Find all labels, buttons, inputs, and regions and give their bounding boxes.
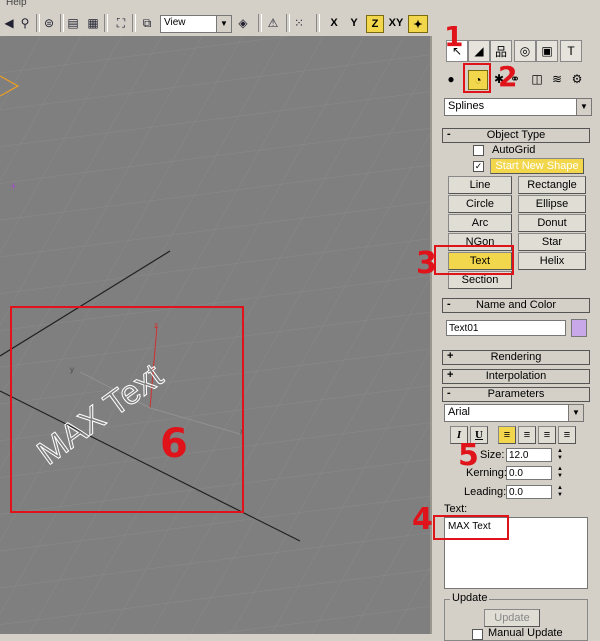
viewport-annotation-box <box>10 306 244 513</box>
helix-button[interactable]: Helix <box>518 252 586 270</box>
menu-help[interactable]: Help <box>6 0 27 8</box>
align-center-icon[interactable]: ≡ <box>518 426 536 444</box>
helpers-category-icon[interactable]: ◫ <box>528 70 546 88</box>
select-link-icon[interactable]: ⚲ <box>16 14 34 32</box>
annotation-box-text-input <box>433 515 509 540</box>
axis-y-button[interactable]: Y <box>346 15 362 31</box>
utilities-tab-icon[interactable]: T <box>560 40 582 62</box>
pivot-marker-icon: + <box>10 179 17 193</box>
window-crossing-icon[interactable]: ▦ <box>84 14 102 32</box>
autogrid-label: AutoGrid <box>492 144 536 156</box>
main-toolbar: ◀ ⚲ ⊜ ▤ ▦ ⛶ ⧉ View ▼ ◈ ⚠ ⁙ X Y Z XY ✦ <box>0 10 600 37</box>
annotation-1: 1 <box>444 20 464 53</box>
reference-coordinate-value: View <box>164 17 186 28</box>
perspective-viewport[interactable]: + z y x MAX Text 6 <box>0 36 430 634</box>
axis-xy-button[interactable]: XY <box>386 15 406 31</box>
axis-z-button[interactable]: Z <box>366 15 384 33</box>
axis-x-button[interactable]: X <box>326 15 342 31</box>
annotation-5: 5 <box>458 438 479 473</box>
rendering-rollout-header[interactable]: + Rendering <box>442 350 590 365</box>
start-new-shape-checkbox[interactable]: ✓ <box>473 161 484 172</box>
geometry-category-icon[interactable]: ● <box>442 70 460 88</box>
chevron-down-icon: ▼ <box>576 99 591 115</box>
pivot-center-icon[interactable]: ◈ <box>234 14 252 32</box>
menu-bar: Help <box>0 0 600 10</box>
axis-constraint-icon[interactable]: ✦ <box>408 15 428 33</box>
size-field[interactable]: 12.0 <box>506 448 552 462</box>
reference-coordinate-select[interactable]: View ▼ <box>160 15 232 33</box>
circle-button[interactable]: Circle <box>448 195 512 213</box>
array-icon[interactable]: ⁙ <box>290 14 308 32</box>
name-and-color-rollout-header[interactable]: - Name and Color <box>442 298 590 313</box>
chevron-down-icon: ▼ <box>216 16 231 32</box>
annotation-3: 3 <box>416 246 437 281</box>
font-value: Arial <box>448 406 471 418</box>
text-label: Text: <box>444 503 468 515</box>
size-label: Size: <box>480 449 505 461</box>
toolbar-divider <box>132 14 136 32</box>
display-tab-icon[interactable]: ▣ <box>536 40 558 62</box>
object-type-rollout-header[interactable]: - Object Type <box>442 128 590 143</box>
schematic-icon[interactable]: ⛶ <box>112 14 130 32</box>
object-category-value: Splines <box>448 100 485 112</box>
annotation-box-text <box>434 245 514 275</box>
reference-coord-icon[interactable]: ⧉ <box>138 14 156 32</box>
font-select[interactable]: Arial ▼ <box>444 404 584 422</box>
toolbar-divider <box>104 14 108 32</box>
line-button[interactable]: Line <box>448 176 512 194</box>
rectangle-button[interactable]: Rectangle <box>518 176 586 194</box>
leading-spinner-icon[interactable]: ▲ ▼ <box>556 485 564 499</box>
manual-update-checkbox[interactable] <box>472 629 483 640</box>
spacewarps-category-icon[interactable]: ≋ <box>548 70 566 88</box>
mirror-icon[interactable]: ⚠ <box>264 14 282 32</box>
object-name-field[interactable]: Text01 <box>446 320 566 336</box>
parameters-rollout-header[interactable]: - Parameters <box>442 387 590 402</box>
donut-button[interactable]: Donut <box>518 214 586 232</box>
kerning-spinner-icon[interactable]: ▲ ▼ <box>556 466 564 480</box>
start-new-shape-button[interactable]: Start New Shape <box>490 158 584 174</box>
rollout-title: Object Type <box>486 129 546 141</box>
align-left-icon[interactable]: ≡ <box>498 426 516 444</box>
motion-tab-icon[interactable]: ◎ <box>514 40 536 62</box>
annotation-6: 6 <box>160 421 188 467</box>
chevron-down-icon: ▼ <box>568 405 583 421</box>
ellipse-button[interactable]: Ellipse <box>518 195 586 213</box>
object-category-select[interactable]: Splines ▼ <box>444 98 592 116</box>
command-panel: ↖ ◢ 品 ◎ ▣ T 1 ● ◔ ✱ ⚭ ◫ ≋ ⚙ 2 Splines ▼ … <box>412 20 600 641</box>
update-group-label: Update <box>450 592 490 604</box>
hierarchy-tab-icon[interactable]: 品 <box>490 40 512 62</box>
annotation-4: 4 <box>412 502 433 537</box>
annotation-2: 2 <box>498 60 518 93</box>
align-right-icon[interactable]: ≡ <box>538 426 556 444</box>
bind-icon[interactable]: ⊜ <box>40 14 58 32</box>
toolbar-divider <box>258 14 262 32</box>
arc-button[interactable]: Arc <box>448 214 512 232</box>
rollout-title: Rendering <box>490 351 542 363</box>
autogrid-checkbox[interactable] <box>473 145 484 156</box>
select-list-icon[interactable]: ▤ <box>64 14 82 32</box>
rollout-title: Interpolation <box>485 370 547 382</box>
update-button[interactable]: Update <box>484 609 540 627</box>
interpolation-rollout-header[interactable]: + Interpolation <box>442 369 590 384</box>
rollout-title: Parameters <box>487 388 545 400</box>
star-button[interactable]: Star <box>518 233 586 251</box>
size-spinner-icon[interactable]: ▲ ▼ <box>556 448 564 462</box>
rollout-title: Name and Color <box>475 299 557 311</box>
kerning-field[interactable]: 0.0 <box>506 466 552 480</box>
object-color-swatch[interactable] <box>571 319 587 337</box>
systems-category-icon[interactable]: ⚙ <box>568 70 586 88</box>
manual-update-label: Manual Update <box>488 627 563 639</box>
annotation-box-shapes <box>463 63 491 93</box>
leading-label: Leading: <box>464 486 507 498</box>
leading-field[interactable]: 0.0 <box>506 485 552 499</box>
modify-tab-icon[interactable]: ◢ <box>468 40 490 62</box>
justify-icon[interactable]: ≡ <box>558 426 576 444</box>
toolbar-divider <box>316 14 320 32</box>
